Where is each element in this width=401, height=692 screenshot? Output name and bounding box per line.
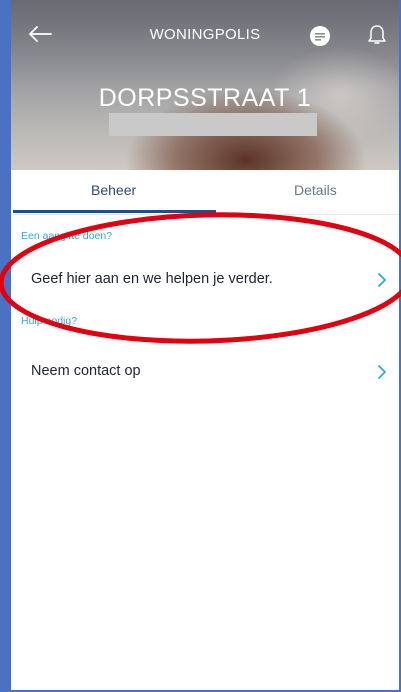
header-hero: WONINGPOLIS DORPSSTRAAT 1 [11,0,399,170]
tab-bar: Beheer Details [11,170,399,215]
section-label-aangifte: Een aangifte doen? [21,230,113,242]
bell-icon[interactable] [367,23,387,47]
chevron-right-icon [378,273,386,287]
chevron-right-icon [378,365,386,379]
list-item-label: Geef hier aan en we helpen je verder. [31,271,273,287]
redacted-subtitle [109,113,317,136]
app-title: WONINGPOLIS [149,26,261,43]
list-item-aangifte[interactable]: Geef hier aan en we helpen je verder. [11,258,399,302]
chat-icon[interactable] [309,25,331,47]
section-label-hulp: Hulp nodig? [21,315,78,327]
address-title: DORPSSTRAAT 1 [98,84,312,112]
tab-beheer[interactable]: Beheer [91,182,136,198]
top-bar: WONINGPOLIS [11,0,399,70]
list-item-label: Neem contact op [31,363,141,379]
list-item-contact[interactable]: Neem contact op [11,350,399,394]
active-tab-indicator [13,210,216,213]
tab-details[interactable]: Details [294,182,337,198]
